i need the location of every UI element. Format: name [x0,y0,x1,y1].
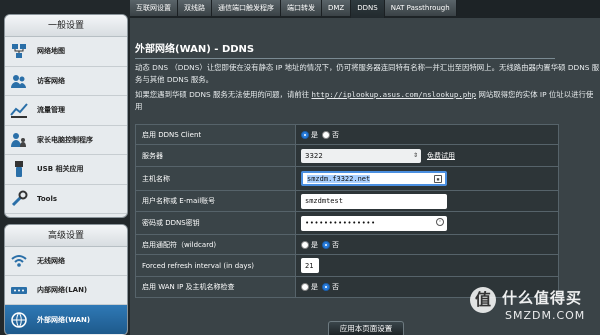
sidebar-item-label: Tools [37,194,58,203]
lan-icon [9,280,29,300]
forced-refresh-label: Forced refresh interval (in days) [136,255,296,276]
wireless-icon [9,251,29,271]
radio-unselected-icon [301,240,309,249]
server-value: 3322 [305,151,323,160]
wan-ip-check-label: 启用 WAN IP 及主机名称检查 [136,277,296,297]
sidebar-item-lan[interactable]: 内部网络(LAN) [5,276,127,305]
tab-port-forwarding[interactable]: 端口转发 [281,0,322,16]
ddns-description: 动态 DNS （DDNS）让您即使在没有静态 IP 地址的情况下，仍可将服务器连… [135,63,600,84]
ddns-help-text: 如果您遇到华硕 DDNS 服务无法使用的问题，请前往 http://iplook… [135,89,600,113]
sidebar-item-label: 外部网络(WAN) [37,315,91,324]
forced-refresh-input[interactable]: 21 [301,258,319,273]
sidebar-item-wan[interactable]: 外部网络(WAN) [5,305,127,334]
guest-network-icon [9,71,29,91]
sidebar: 一般设置 网络地图 访客网络 流量管理 家长电脑控制程序 USB 相关应用 To… [0,0,130,335]
help-text-prefix: 如果您遇到华硕 DDNS 服务无法使用的问题，请前往 [135,90,312,99]
no-label: 否 [332,130,339,139]
tab-nat-passthrough[interactable]: NAT Passthrough [384,0,457,16]
page-title: 外部网络(WAN) - DDNS [135,44,255,55]
wildcard-no[interactable]: 否 [322,240,339,250]
sidebar-item-traffic-manager[interactable]: 流量管理 [5,96,127,126]
usb-icon [9,159,29,179]
smzdm-watermark: 值 什么值得买 SMZDM.COM [470,283,600,335]
no-label: 否 [332,283,339,291]
yes-label: 是 [311,240,318,249]
username-value: smzdmtest [305,197,343,205]
wan-icon [9,310,29,330]
hostname-label: 主机名称 [136,167,296,190]
sidebar-item-label: 无线网络 [37,257,65,265]
password-input[interactable]: ••••••••••••••• ◦ [301,215,447,231]
sidebar-item-label: 家长电脑控制程序 [37,135,93,144]
wildcard-label: 启用通配符（wildcard) [136,235,296,254]
tab-dmz[interactable]: DMZ [322,0,352,16]
password-row: 密码或 DDNS密钥 ••••••••••••••• ◦ [136,212,558,235]
tab-dual-wan[interactable]: 双线路 [178,0,212,16]
yes-label: 是 [311,130,318,139]
tools-icon [9,189,29,209]
tab-internet[interactable]: 互联网设置 [130,0,178,16]
server-row: 服务器 3322 ⇕ 免费试用 [136,145,558,167]
sidebar-item-network-map[interactable]: 网络地图 [5,37,127,67]
server-select[interactable]: 3322 ⇕ [301,148,421,163]
radio-unselected-icon [301,283,309,291]
enable-ddns-label: 启用 DDNS Client [136,125,296,144]
sidebar-item-guest-network[interactable]: 访客网络 [5,67,127,96]
forced-refresh-value: 21 [305,261,314,270]
watermark-domain: SMZDM.COM [505,309,586,322]
sidebar-item-wireless[interactable]: 无线网络 [5,247,127,276]
password-value: ••••••••••••••• [305,219,376,227]
contact-card-icon[interactable]: ▪ [434,175,442,183]
general-settings-group: 一般设置 网络地图 访客网络 流量管理 家长电脑控制程序 USB 相关应用 To… [4,14,128,218]
traffic-manager-icon [9,100,29,120]
sidebar-item-label: 访客网络 [37,76,65,85]
hostname-input[interactable]: smzdm.f3322.net ▪ [301,171,447,186]
smzdm-logo-icon: 值 [470,287,496,313]
radio-selected-icon [301,130,309,139]
wildcard-yes[interactable]: 是 [301,240,318,250]
sidebar-item-label: USB 相关应用 [37,165,84,174]
hostname-row: 主机名称 smzdm.f3322.net ▪ [136,167,558,191]
title-divider [135,58,555,59]
apply-button[interactable]: 应用本页面设置 [328,321,404,335]
username-row: 用户名称或 E-mail账号 smzdmtest [136,191,558,212]
general-settings-title: 一般设置 [5,15,127,37]
sidebar-item-usb[interactable]: USB 相关应用 [5,155,127,185]
tab-bar: 互联网设置 双线路 通信端口触发程序 端口转发 DMZ DDNS NAT Pas… [130,0,600,18]
select-arrows-icon: ⇕ [412,152,418,159]
sidebar-item-label: 内部网络(LAN) [37,286,88,294]
advanced-settings-group: 高级设置 无线网络 内部网络(LAN) 外部网络(WAN) [4,224,128,335]
radio-selected-icon [322,240,330,249]
radio-unselected-icon [322,130,330,139]
wan-ip-check-no[interactable]: 否 [322,282,339,292]
enable-ddns-row: 启用 DDNS Client 是 否 [136,125,558,145]
tab-ddns[interactable]: DDNS [351,0,385,18]
free-trial-link[interactable]: 免费试用 [427,151,455,161]
iplookup-link[interactable]: http://iplookup.asus.com/nslookup.php [311,90,476,99]
sidebar-item-label: 网络地图 [37,47,65,56]
server-label: 服务器 [136,145,296,166]
username-label: 用户名称或 E-mail账号 [136,191,296,211]
no-label: 否 [332,240,339,249]
wildcard-row: 启用通配符（wildcard) 是 否 [136,235,558,255]
ddns-settings-table: 启用 DDNS Client 是 否 服务器 3322 ⇕ 免费试用 主机名称 … [135,124,559,298]
watermark-text: 什么值得买 [502,289,583,307]
username-input[interactable]: smzdmtest [301,193,447,209]
sidebar-item-parental-control[interactable]: 家长电脑控制程序 [5,126,127,155]
enable-ddns-yes[interactable]: 是 [301,130,318,140]
tab-port-trigger[interactable]: 通信端口触发程序 [212,0,281,16]
sidebar-item-label: 流量管理 [37,106,65,115]
parental-control-icon [9,130,29,150]
sidebar-item-tools[interactable]: Tools [5,185,127,214]
key-icon[interactable]: ◦ [436,217,444,226]
wan-ip-check-yes[interactable]: 是 [301,282,318,292]
password-label: 密码或 DDNS密钥 [136,212,296,234]
radio-selected-icon [322,283,330,291]
yes-label: 是 [311,283,318,291]
network-map-icon [9,41,29,61]
forced-refresh-row: Forced refresh interval (in days) 21 [136,255,558,277]
hostname-value: smzdm.f3322.net [307,174,371,183]
enable-ddns-no[interactable]: 否 [322,130,339,140]
advanced-settings-title: 高级设置 [5,225,127,247]
